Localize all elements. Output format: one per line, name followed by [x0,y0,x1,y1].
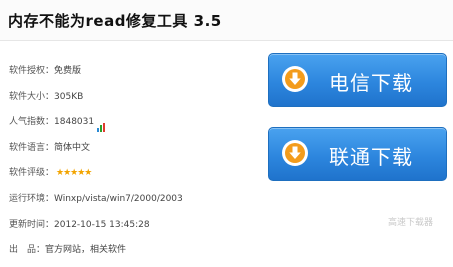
size-key: 软件大小： [9,91,55,102]
unicom-download-button[interactable]: 联通下载 [268,127,447,181]
rating-key: 软件评级： [9,168,55,179]
title-bar: 内存不能为read修复工具 3.5 [0,0,453,41]
updated-value: 2012-10-15 13:45:28 [54,219,150,230]
popularity-key: 人气指数： [9,117,55,128]
publisher-value[interactable]: 官方网站，相关软件 [45,245,126,255]
info-row-language: 软件语言：简体中文 [9,139,183,165]
rating-stars-icon: ★★★★★ [56,168,92,179]
download-arrow-icon [282,140,308,166]
license-key: 软件授权： [9,66,55,76]
license-value: 免费版 [54,66,82,76]
telecom-download-button[interactable]: 电信下载 [268,53,447,107]
language-value: 简体中文 [54,142,91,153]
environment-key: 运行环境： [9,193,55,204]
info-row-rating: 软件评级： ★★★★★ [9,164,183,190]
environment-value: Winxp/vista/win7/2000/2003 [54,193,183,204]
info-row-publisher: 出 品：官方网站，相关软件 [9,241,183,267]
info-row-size: 软件大小：305KB [9,88,183,114]
language-key: 软件语言： [9,142,55,153]
size-value: 305KB [54,91,84,102]
popularity-bars-icon [97,114,106,133]
publisher-key: 出 品： [9,245,46,256]
info-row-updated: 更新时间：2012-10-15 13:45:28 [9,216,183,242]
download-arrow-icon [282,66,308,92]
software-title: 内存不能为read修复工具 3.5 [8,12,222,30]
popularity-value: 1848031 [54,117,95,128]
updated-key: 更新时间： [9,219,55,230]
unicom-download-label: 联通下载 [329,145,413,169]
info-row-license: 软件授权：免费版 [9,62,183,88]
info-row-popularity: 人气指数：1848031 [9,113,183,139]
watermark-text: 高速下载器 [388,218,434,228]
info-row-environment: 运行环境：Winxp/vista/win7/2000/2003 [9,190,183,216]
software-info-list: 软件授权：免费版 软件大小：305KB 人气指数：1848031 软件语言：简体… [9,62,183,267]
telecom-download-label: 电信下载 [329,71,413,95]
